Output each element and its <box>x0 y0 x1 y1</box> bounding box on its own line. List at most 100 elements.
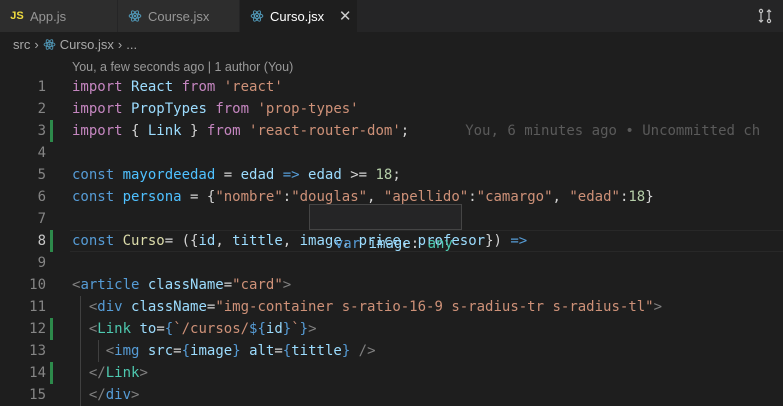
code-token: } <box>299 321 309 337</box>
code-token: to <box>139 321 157 337</box>
code-token: }) <box>485 233 511 249</box>
code-line[interactable]: import React from 'react' <box>72 76 283 98</box>
code-token: tittle <box>232 233 283 249</box>
breadcrumb: src › Curso.jsx › ... <box>0 32 783 56</box>
code-token: , <box>282 233 300 249</box>
tab-course-jsx[interactable]: Course.jsx <box>118 0 240 32</box>
code-token: > <box>282 277 292 293</box>
code-token: edad <box>308 167 351 183</box>
code-token: } <box>190 123 207 139</box>
code-token: edad <box>240 167 283 183</box>
code-token: id <box>265 321 283 337</box>
code-token: 'react-router-dom' <box>249 123 401 139</box>
code-token: import <box>72 79 132 95</box>
code-token: "douglas" <box>291 189 368 205</box>
open-changes-icon[interactable] <box>757 8 773 24</box>
code-token: } <box>645 189 654 205</box>
git-change-marker[interactable] <box>50 120 53 142</box>
code-token: >= <box>350 167 376 183</box>
git-change-marker[interactable] <box>50 362 53 384</box>
hover-name: image <box>368 236 411 252</box>
git-change-marker[interactable] <box>50 230 53 252</box>
line-number: 7 <box>37 211 46 227</box>
code-token: { <box>164 321 174 337</box>
tab-label: Curso.jsx <box>270 8 325 24</box>
code-token: 'prop-types' <box>257 101 359 117</box>
code-line[interactable]: </div> <box>72 384 140 406</box>
code-line[interactable]: const Curso= ({id, tittle, image, price,… <box>72 230 527 252</box>
code-token: "camargo" <box>476 189 553 205</box>
tab-curso-jsx[interactable]: Curso.jsx ✕ <box>240 0 358 32</box>
breadcrumb-folder[interactable]: src <box>13 37 30 52</box>
code-token: div <box>97 299 132 315</box>
close-icon[interactable]: ✕ <box>338 7 352 25</box>
code-token: } <box>282 321 292 337</box>
code-token: = <box>156 321 165 337</box>
git-change-marker[interactable] <box>50 318 53 340</box>
line-number: 2 <box>37 101 46 117</box>
code-line[interactable]: const mayordeedad = edad => edad >= 18; <box>72 164 401 186</box>
hover-type: any <box>427 236 453 252</box>
code-token: alt <box>249 343 275 359</box>
tab-app-js[interactable]: JS App.js <box>0 0 118 32</box>
code-token: = <box>274 343 283 359</box>
code-line[interactable]: import PropTypes from 'prop-types' <box>72 98 359 120</box>
code-line[interactable]: <Link to={`/cursos/${id}`}> <box>72 318 317 340</box>
breadcrumb-file[interactable]: Curso.jsx <box>60 37 114 52</box>
inline-blame: You, 6 minutes ago • Uncommitted ch <box>465 123 761 139</box>
code-token: { <box>282 343 292 359</box>
code-line[interactable]: import { Link } from 'react-router-dom';… <box>72 120 760 142</box>
code-token: import <box>72 101 132 117</box>
code-token: const <box>72 189 123 205</box>
code-token: Link <box>105 365 140 381</box>
code-token: article <box>80 277 148 293</box>
code-line[interactable]: <img src={image} alt={tittle} /> <box>72 340 376 362</box>
code-token: "apellido" <box>383 189 469 205</box>
code-token: ; <box>400 123 410 139</box>
code-token: "img-container s-ratio-16-9 s-radius-tr … <box>215 299 654 315</box>
code-token: = <box>223 277 233 293</box>
line-number: 4 <box>37 145 46 161</box>
line-number: 8 <box>37 233 46 249</box>
code-token: persona <box>122 189 191 205</box>
code-token: id <box>198 233 216 249</box>
code-line[interactable]: </Link> <box>72 362 148 384</box>
code-token: < <box>105 343 115 359</box>
code-token: Link <box>147 123 191 139</box>
code-token: > <box>139 365 148 381</box>
code-token: } <box>232 343 250 359</box>
breadcrumb-more[interactable]: ... <box>126 37 137 52</box>
code-token: "card" <box>232 277 283 293</box>
code-token: 18 <box>375 167 393 183</box>
chevron-right-icon: › <box>117 36 123 52</box>
line-number: 1 <box>37 79 46 95</box>
line-number: 3 <box>37 123 46 139</box>
line-number: 13 <box>29 343 46 359</box>
code-token: = { <box>190 189 216 205</box>
react-icon <box>250 9 264 23</box>
code-token: className <box>131 299 207 315</box>
code-token: Link <box>97 321 140 337</box>
code-token: 'react' <box>223 79 283 95</box>
code-token: from <box>215 101 258 117</box>
code-token: = ({ <box>164 233 199 249</box>
code-token: from <box>206 123 250 139</box>
js-icon: JS <box>10 10 24 22</box>
code-token: mayordeedad <box>122 167 224 183</box>
hover-keyword: var <box>334 236 361 252</box>
code-token: div <box>105 387 132 403</box>
code-token: img <box>114 343 148 359</box>
code-token: } <box>341 343 359 359</box>
line-number: 5 <box>37 167 46 183</box>
code-token: ; <box>392 167 401 183</box>
code-token: = <box>173 343 182 359</box>
code-line[interactable]: <div className="img-container s-ratio-16… <box>72 296 662 318</box>
code-token: 18 <box>628 189 646 205</box>
code-token: { <box>181 343 191 359</box>
code-token: const <box>72 167 123 183</box>
code-line[interactable]: <article className="card"> <box>72 274 291 296</box>
codelens-authors[interactable]: You, a few seconds ago | 1 author (You) <box>72 57 293 77</box>
